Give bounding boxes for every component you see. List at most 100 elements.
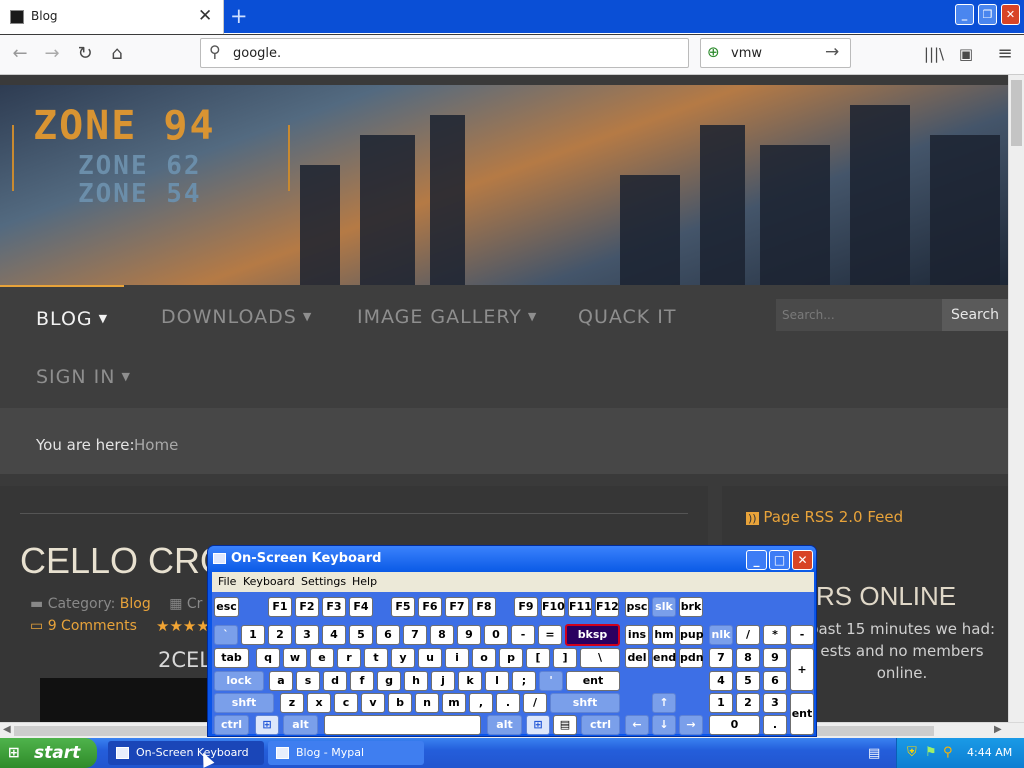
key-num-minus[interactable]: - [790,625,814,645]
key-left-ctrl[interactable]: ctrl [214,715,249,735]
clock[interactable]: 4:44 AM [967,746,1012,759]
key-a[interactable]: a [269,671,293,691]
osk-menu-keyboard[interactable]: Keyboard [243,575,295,588]
forward-icon[interactable]: → [40,42,64,66]
key-left-windows-icon[interactable]: ⊞ [255,715,279,735]
key-num-enter[interactable]: ent [790,693,814,735]
key-y[interactable]: y [391,648,415,668]
vertical-scrollbar[interactable] [1008,75,1024,722]
key-num-multiply[interactable]: * [763,625,787,645]
key-enter[interactable]: ent [566,671,620,691]
key-comma[interactable]: , [469,693,493,713]
menu-item-downloads[interactable]: DOWNLOADS ▼ [161,285,312,345]
key-z[interactable]: z [280,693,304,713]
key-psc[interactable]: psc [625,597,649,617]
network-icon[interactable]: ⚑ [925,745,937,760]
key-num-decimal[interactable]: . [763,715,787,735]
site-logo[interactable]: ZONE 94 [33,103,216,149]
key-num-7[interactable]: 7 [709,648,733,668]
key-right-windows-icon[interactable]: ⊞ [526,715,550,735]
key-n[interactable]: n [415,693,439,713]
key-num-2[interactable]: 2 [736,693,760,713]
task-on-screen-keyboard[interactable]: On-Screen Keyboard [108,741,264,765]
key-1[interactable]: 1 [241,625,265,645]
key-right-ctrl[interactable]: ctrl [581,715,620,735]
menu-item-quack-it[interactable]: QUACK IT [578,285,677,345]
key-f5[interactable]: F5 [391,597,415,617]
key-f2[interactable]: F2 [295,597,319,617]
key-space[interactable] [324,715,481,735]
key-num-plus[interactable]: + [790,648,814,691]
site-search-button[interactable]: Search [942,299,1008,331]
key-num-3[interactable]: 3 [763,693,787,713]
key-f4[interactable]: F4 [349,597,373,617]
key-arrow-right[interactable]: → [679,715,703,735]
key-f7[interactable]: F7 [445,597,469,617]
scroll-right-icon[interactable]: ▶ [994,724,1002,735]
url-bar[interactable]: ⚲ google. [200,38,689,68]
key-7[interactable]: 7 [403,625,427,645]
key-w[interactable]: w [283,648,307,668]
key-num-8[interactable]: 8 [736,648,760,668]
key-left-bracket[interactable]: [ [526,648,550,668]
key-g[interactable]: g [377,671,401,691]
restore-window-button[interactable]: ❐ [978,4,997,25]
key-d[interactable]: d [323,671,347,691]
new-tab-icon[interactable]: + [230,4,248,28]
key-9[interactable]: 9 [457,625,481,645]
key-brk[interactable]: brk [679,597,703,617]
key-f12[interactable]: F12 [595,597,619,617]
key-caps-lock[interactable]: lock [214,671,264,691]
key-o[interactable]: o [472,648,496,668]
search-bar[interactable]: ⊕ vmw → [700,38,851,68]
close-tab-icon[interactable]: ✕ [198,6,212,26]
key-p[interactable]: p [499,648,523,668]
menu-icon[interactable]: ≡ [993,42,1017,66]
key-f1[interactable]: F1 [268,597,292,617]
key-l[interactable]: l [485,671,509,691]
osk-menu-file[interactable]: File [218,575,236,588]
osk-close-button[interactable]: ✕ [792,550,813,570]
tab-blog[interactable]: Blog ✕ [0,0,224,34]
category-link[interactable]: Blog [120,596,151,612]
key-num-5[interactable]: 5 [736,671,760,691]
key-4[interactable]: 4 [322,625,346,645]
search-text[interactable]: vmw [731,46,762,61]
comments-link[interactable]: ▭ 9 Comments [30,618,137,634]
key-c[interactable]: c [334,693,358,713]
key-period[interactable]: . [496,693,520,713]
key-f3[interactable]: F3 [322,597,346,617]
scroll-left-icon[interactable]: ◀ [3,724,11,735]
site-search-input[interactable]: Search... [776,299,942,331]
key-e[interactable]: e [310,648,334,668]
key-u[interactable]: u [418,648,442,668]
task-blog-mypal[interactable]: Blog - Mypal [268,741,424,765]
key-t[interactable]: t [364,648,388,668]
rating-stars[interactable]: ★★★★ [156,617,210,635]
key-minus[interactable]: - [511,625,535,645]
key-arrow-down[interactable]: ↓ [652,715,676,735]
key-f9[interactable]: F9 [514,597,538,617]
key-insert[interactable]: ins [625,625,649,645]
key-left-alt[interactable]: alt [283,715,318,735]
key-end[interactable]: end [652,648,676,668]
key-num-6[interactable]: 6 [763,671,787,691]
key-5[interactable]: 5 [349,625,373,645]
back-icon[interactable]: ← [8,42,32,66]
key-num-0[interactable]: 0 [709,715,760,735]
key-f8[interactable]: F8 [472,597,496,617]
key-right-bracket[interactable]: ] [553,648,577,668]
key-v[interactable]: v [361,693,385,713]
osk-menu-settings[interactable]: Settings [301,575,346,588]
osk-minimize-button[interactable]: _ [746,550,767,570]
key-x[interactable]: x [307,693,331,713]
key-context-menu-icon[interactable]: ▤ [553,715,577,735]
url-text[interactable]: google. [233,46,281,61]
key-0[interactable]: 0 [484,625,508,645]
library-icon[interactable]: |||\ [922,42,946,66]
key-page-down[interactable]: pdn [679,648,704,668]
search-engine-icon[interactable]: ⊕ [707,43,720,61]
key-quote[interactable]: ' [539,671,563,691]
key-backslash[interactable]: \ [580,648,620,668]
key-esc[interactable]: esc [214,597,239,617]
